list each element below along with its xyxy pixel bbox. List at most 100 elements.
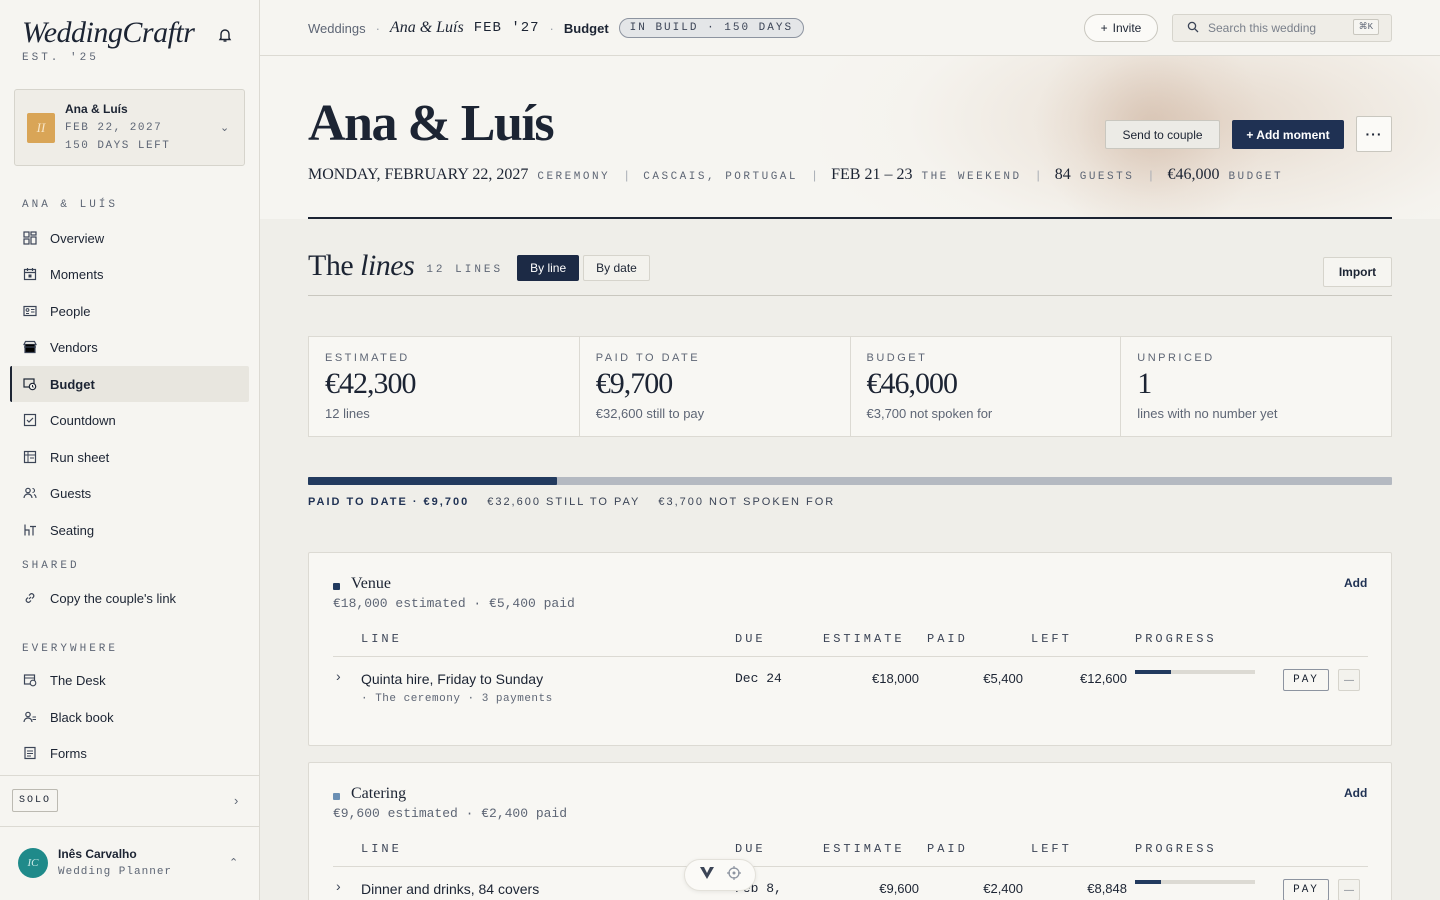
breadcrumb-weddings[interactable]: Weddings: [308, 21, 366, 36]
runsheet-icon: [22, 449, 38, 465]
divider: |: [625, 168, 629, 182]
target-icon[interactable]: [726, 865, 742, 886]
guests-caption: GUESTS: [1079, 171, 1135, 183]
column-header-progress: PROGRESS: [1135, 842, 1217, 856]
user-name: Inês Carvalho: [58, 847, 137, 861]
sidebar-item-copy-link[interactable]: Copy the couple's link: [10, 580, 249, 616]
sidebar-item-label: Copy the couple's link: [50, 590, 177, 606]
budget-total: €46,000: [1167, 166, 1220, 183]
column-header-paid: PAID: [927, 632, 968, 646]
stat-sub: lines with no number yet: [1137, 406, 1278, 421]
logo-icon[interactable]: [699, 866, 715, 885]
sidebar-item-run-sheet[interactable]: Run sheet: [10, 439, 249, 475]
stat-unpriced: UNPRICED 1 lines with no number yet: [1121, 337, 1391, 436]
sidebar-item-guests[interactable]: Guests: [10, 475, 249, 511]
sidebar-item-vendors[interactable]: Vendors: [10, 329, 249, 365]
sidebar-item-moments[interactable]: Moments: [10, 256, 249, 292]
guest-count: 84: [1054, 166, 1071, 183]
pay-button[interactable]: PAY: [1283, 879, 1329, 900]
sidebar-item-label: Guests: [50, 485, 92, 501]
line-menu-button[interactable]: —: [1338, 669, 1360, 691]
stat-sub: €32,600 still to pay: [595, 406, 705, 421]
budget-group-venue: Venue €18,000 estimated · €5,400 paid Ad…: [308, 552, 1392, 746]
sidebar-item-label: The Desk: [50, 672, 106, 688]
stat-sub: 12 lines: [325, 406, 370, 421]
stat-label: UNPRICED: [1137, 352, 1215, 364]
brand-name: WeddingCraftr: [22, 16, 195, 49]
sidebar-item-budget[interactable]: Budget: [10, 366, 249, 402]
stat-budget: BUDGET €46,000 €3,700 not spoken for: [851, 337, 1122, 436]
wedding-hero: Ana & Luís MONDAY, FEBRUARY 22, 2027 CER…: [260, 56, 1440, 219]
brand[interactable]: WeddingCraftr EST. '25: [22, 16, 195, 64]
forms-icon: [22, 745, 38, 761]
contacts-icon: [22, 709, 38, 725]
line-progress-fill: [1135, 670, 1171, 674]
column-header-due: DUE: [735, 632, 766, 646]
sidebar-item-label: Moments: [50, 266, 104, 282]
storefront-icon: [22, 339, 38, 355]
import-button[interactable]: Import: [1323, 257, 1392, 287]
link-icon: [22, 590, 38, 606]
sidebar-item-seating[interactable]: Seating: [10, 512, 249, 548]
desk-icon: [22, 672, 38, 688]
stat-paid: PAID TO DATE €9,700 €32,600 still to pay: [580, 337, 851, 436]
section-title-plain: The: [308, 249, 361, 282]
budget-progress-legend: PAID TO DATE · €9,700 €32,600 STILL TO P…: [308, 496, 835, 508]
wedding-switcher[interactable]: II Ana & Luís FEB 22, 2027 150 DAYS LEFT…: [14, 89, 245, 166]
wedding-date: MONDAY, FEBRUARY 22, 2027: [308, 166, 529, 183]
chevron-right-icon[interactable]: ›: [336, 878, 341, 894]
column-header-line: LINE: [361, 842, 402, 856]
nav-section-shared: SHARED: [22, 560, 80, 572]
sidebar-item-label: Budget: [50, 376, 95, 392]
group-color-dot: [333, 583, 340, 590]
bell-icon[interactable]: [216, 26, 234, 44]
line-name[interactable]: Dinner and drinks, 84 covers: [361, 881, 539, 897]
column-header-estimate: ESTIMATE: [823, 842, 905, 856]
weekend-caption: THE WEEKEND: [921, 171, 1022, 183]
budget-caption: BUDGET: [1228, 171, 1284, 183]
wedding-location: CASCAIS, PORTUGAL: [643, 171, 798, 183]
pay-button[interactable]: PAY: [1283, 669, 1329, 691]
sidebar-item-label: Vendors: [50, 339, 98, 355]
divider: [333, 656, 1368, 657]
workspace-switcher[interactable]: SOLO ›: [0, 775, 259, 827]
breadcrumb-couple[interactable]: Ana & Luís: [390, 19, 464, 37]
line-name[interactable]: Quinta hire, Friday to Sunday: [361, 671, 543, 687]
add-moment-button[interactable]: + Add moment: [1232, 120, 1344, 149]
view-by-date-button[interactable]: By date: [583, 255, 650, 281]
user-menu[interactable]: IC Inês Carvalho Wedding Planner ⌃: [0, 828, 259, 900]
chevron-right-icon: ›: [234, 793, 239, 808]
sidebar-item-black-book[interactable]: Black book: [10, 699, 249, 735]
plus-icon: +: [1100, 21, 1108, 35]
invite-button[interactable]: + Invite: [1084, 14, 1158, 42]
sidebar-item-people[interactable]: People: [10, 293, 249, 329]
sidebar-item-the-desk[interactable]: The Desk: [10, 662, 249, 698]
nav-section-everywhere: EVERYWHERE: [22, 643, 119, 655]
sidebar-item-forms[interactable]: Forms: [10, 735, 249, 771]
view-by-line-button[interactable]: By line: [517, 255, 580, 281]
avatar: IC: [18, 848, 48, 878]
divider: [308, 295, 1392, 296]
group-summary: €18,000 estimated · €5,400 paid: [333, 596, 575, 611]
sidebar-item-label: Seating: [50, 522, 95, 538]
chevron-right-icon[interactable]: ›: [336, 668, 341, 684]
add-line-button[interactable]: Add: [1344, 576, 1367, 590]
stat-value: €9,700: [595, 367, 673, 400]
user-role: Wedding Planner: [58, 866, 173, 878]
column-header-estimate: ESTIMATE: [823, 632, 905, 646]
more-options-button[interactable]: ···: [1356, 116, 1392, 152]
lines-header: The lines 12 LINES By line By date: [308, 249, 650, 283]
line-progress-bar: [1135, 670, 1255, 674]
legend-unspoken: €3,700 NOT SPOKEN FOR: [658, 496, 836, 508]
line-due: Dec 24: [735, 671, 782, 686]
guests-icon: [22, 485, 38, 501]
sidebar-item-countdown[interactable]: Countdown: [10, 402, 249, 438]
line-menu-button[interactable]: —: [1338, 879, 1360, 900]
search-icon: [1187, 21, 1199, 36]
search-input[interactable]: Search this wedding ⌘K: [1172, 14, 1392, 42]
send-to-couple-button[interactable]: Send to couple: [1105, 120, 1220, 149]
sidebar-item-overview[interactable]: Overview: [10, 220, 249, 256]
add-line-button[interactable]: Add: [1344, 786, 1367, 800]
line-estimate: €9,600: [879, 881, 919, 896]
page-title: Ana & Luís: [308, 95, 555, 152]
